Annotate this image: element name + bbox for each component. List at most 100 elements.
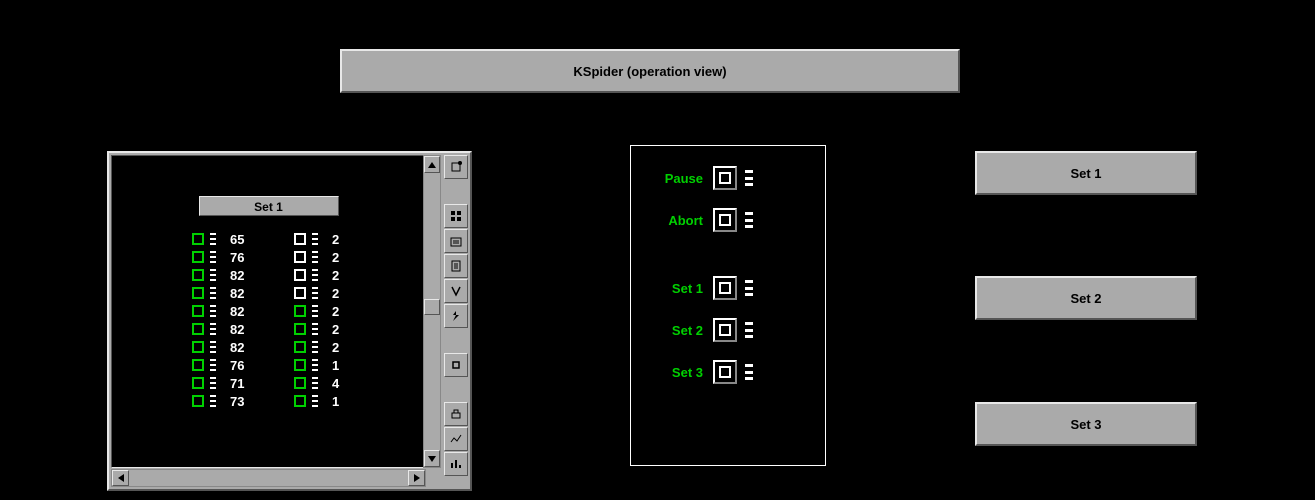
app-title: KSpider (operation view)	[573, 64, 726, 79]
control-panel: Pause Abort Set 1 Set 2 Set 3	[630, 145, 826, 466]
status-square-icon	[192, 287, 204, 299]
status-square-icon	[192, 395, 204, 407]
data-view: Set 1 652762822822822822822761714731	[111, 155, 426, 468]
big-set3-button[interactable]: Set 3	[975, 402, 1197, 446]
tick-marks-icon	[312, 305, 318, 317]
value-b: 2	[332, 304, 352, 319]
toolbar-button-5[interactable]	[444, 279, 468, 303]
toolbar-button-9[interactable]	[444, 427, 468, 451]
table-row: 76 1	[192, 356, 425, 374]
value-a: 82	[230, 340, 260, 355]
value-a: 76	[230, 358, 260, 373]
value-b: 2	[332, 232, 352, 247]
toolbar	[444, 155, 468, 487]
tick-marks-icon	[312, 359, 318, 371]
status-square-icon	[192, 251, 204, 263]
tick-marks-icon	[210, 377, 216, 389]
scroll-left-button[interactable]	[112, 470, 129, 486]
toolbar-button-6[interactable]	[444, 304, 468, 328]
level-icon	[745, 322, 753, 338]
square-icon	[719, 324, 731, 336]
scroll-thumb-vertical[interactable]	[424, 299, 440, 315]
data-window: Set 1 652762822822822822822761714731	[107, 151, 472, 491]
table-row: 82 2	[192, 302, 425, 320]
table-row: 82 2	[192, 284, 425, 302]
status-square-icon	[192, 359, 204, 371]
status-square-icon	[294, 233, 306, 245]
ctrl-set1-label: Set 1	[643, 281, 713, 296]
big-set2-button[interactable]: Set 2	[975, 276, 1197, 320]
value-b: 2	[332, 250, 352, 265]
toolbar-button-4[interactable]	[444, 254, 468, 278]
data-rows: 652762822822822822822761714731	[112, 230, 425, 410]
tick-marks-icon	[210, 305, 216, 317]
value-b: 1	[332, 358, 352, 373]
table-row: 82 2	[192, 338, 425, 356]
ctrl-pause-label: Pause	[643, 171, 713, 186]
toolbar-button-1[interactable]	[444, 155, 468, 179]
status-square-icon	[294, 359, 306, 371]
toolbar-button-2[interactable]	[444, 204, 468, 228]
status-square-icon	[294, 287, 306, 299]
value-a: 71	[230, 376, 260, 391]
tick-marks-icon	[312, 287, 318, 299]
ctrl-set3-state-box[interactable]	[713, 360, 737, 384]
value-b: 2	[332, 286, 352, 301]
level-icon	[745, 170, 753, 186]
value-b: 2	[332, 268, 352, 283]
scroll-down-button[interactable]	[424, 450, 440, 467]
data-window-inner: Set 1 652762822822822822822761714731	[111, 155, 468, 487]
table-row: 76 2	[192, 248, 425, 266]
status-square-icon	[294, 377, 306, 389]
status-square-icon	[192, 305, 204, 317]
value-a: 82	[230, 286, 260, 301]
status-square-icon	[294, 305, 306, 317]
tick-marks-icon	[312, 233, 318, 245]
value-a: 65	[230, 232, 260, 247]
ctrl-set3: Set 3	[643, 358, 813, 386]
scroll-track-vertical[interactable]	[424, 173, 440, 450]
horizontal-scrollbar[interactable]	[111, 469, 426, 487]
status-square-icon	[192, 269, 204, 281]
ctrl-abort-state-box[interactable]	[713, 208, 737, 232]
tick-marks-icon	[210, 341, 216, 353]
toolbar-button-10[interactable]	[444, 452, 468, 476]
table-row: 822	[192, 320, 425, 338]
tick-marks-icon	[210, 359, 216, 371]
value-b: 1	[332, 394, 352, 409]
level-icon	[745, 280, 753, 296]
value-a: 73	[230, 394, 260, 409]
big-set2-label: Set 2	[1070, 291, 1101, 306]
tick-marks-icon	[210, 269, 216, 281]
value-a: 82	[230, 322, 260, 337]
value-b: 2	[332, 340, 352, 355]
status-square-icon	[294, 251, 306, 263]
big-set1-button[interactable]: Set 1	[975, 151, 1197, 195]
toolbar-button-8[interactable]	[444, 402, 468, 426]
ctrl-abort-label: Abort	[643, 213, 713, 228]
tick-marks-icon	[210, 251, 216, 263]
scroll-up-button[interactable]	[424, 156, 440, 173]
title-bar: KSpider (operation view)	[340, 49, 960, 93]
ctrl-set2-state-box[interactable]	[713, 318, 737, 342]
status-square-icon	[294, 395, 306, 407]
status-square-icon	[192, 323, 204, 335]
ctrl-set2-label: Set 2	[643, 323, 713, 338]
ctrl-set1-state-box[interactable]	[713, 276, 737, 300]
big-set1-label: Set 1	[1070, 166, 1101, 181]
value-b: 4	[332, 376, 352, 391]
tick-marks-icon	[210, 287, 216, 299]
value-a: 82	[230, 304, 260, 319]
tick-marks-icon	[312, 377, 318, 389]
vertical-scrollbar[interactable]	[423, 155, 441, 468]
table-row: 71 4	[192, 374, 425, 392]
square-icon	[719, 172, 731, 184]
toolbar-button-7[interactable]	[444, 353, 468, 377]
scroll-right-button[interactable]	[408, 470, 425, 486]
scroll-track-horizontal[interactable]	[129, 470, 408, 486]
toolbar-button-3[interactable]	[444, 229, 468, 253]
tick-marks-icon	[210, 323, 216, 335]
value-a: 76	[230, 250, 260, 265]
ctrl-pause-state-box[interactable]	[713, 166, 737, 190]
ctrl-set1: Set 1	[643, 274, 813, 302]
